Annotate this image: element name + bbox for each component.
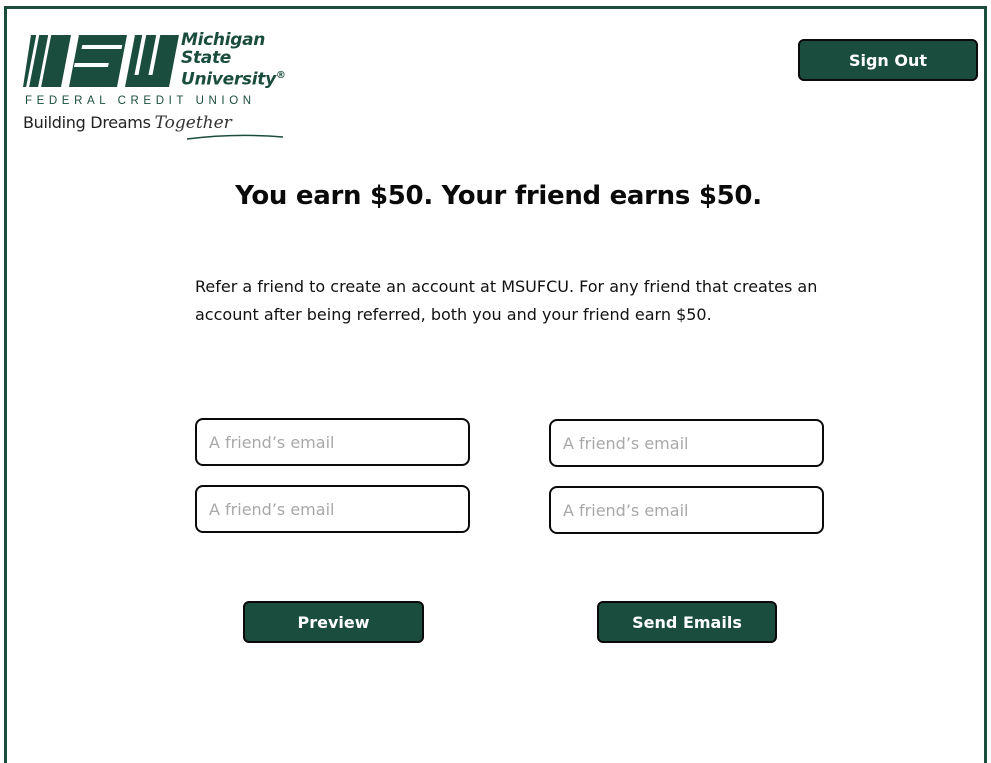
- logo-line-3: University: [181, 69, 276, 90]
- logo-line-2: State: [181, 48, 231, 68]
- msufcu-logo: Michigan State University® FEDERAL CREDI…: [23, 31, 303, 143]
- msu-logo-mark-icon: [23, 35, 179, 87]
- logo-wordmark: Michigan State University®: [181, 31, 286, 89]
- friend-email-input-4[interactable]: [549, 486, 824, 534]
- referral-description: Refer a friend to create an account at M…: [195, 277, 818, 324]
- page-headline: You earn $50. Your friend earns $50.: [235, 181, 762, 211]
- logo-line-1: Michigan: [181, 30, 266, 50]
- friend-email-input-2[interactable]: [549, 419, 824, 467]
- tagline-script: Together: [154, 113, 232, 133]
- logo-tagline: Building Dreams Together: [23, 113, 232, 133]
- sign-out-button[interactable]: Sign Out: [798, 39, 978, 81]
- registered-mark: ®: [275, 70, 286, 81]
- friend-email-input-1[interactable]: [195, 418, 470, 466]
- send-emails-button[interactable]: Send Emails: [597, 601, 777, 643]
- friend-email-input-3[interactable]: [195, 485, 470, 533]
- logo-subtitle: FEDERAL CREDIT UNION: [25, 95, 256, 107]
- preview-button[interactable]: Preview: [243, 601, 424, 643]
- tagline-swoosh-icon: [186, 134, 284, 140]
- tagline-main: Building Dreams: [23, 113, 151, 132]
- app-frame: Michigan State University® FEDERAL CREDI…: [4, 6, 987, 763]
